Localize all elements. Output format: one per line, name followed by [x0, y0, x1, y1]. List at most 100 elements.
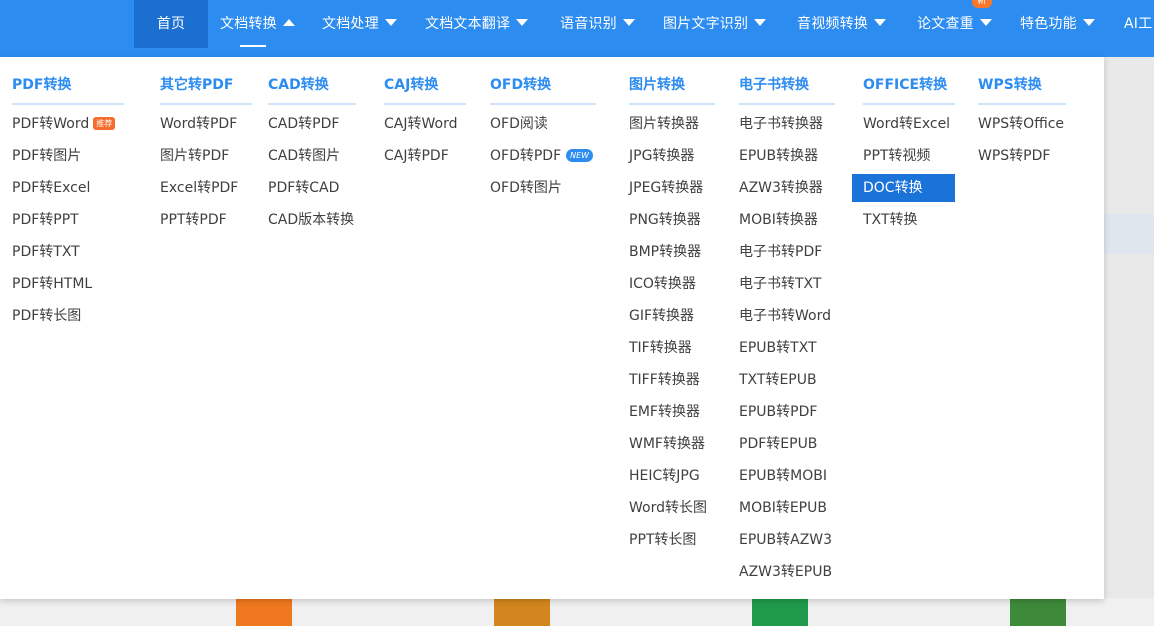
menu-link[interactable]: AZW3转EPUB [739, 558, 832, 586]
menu-link[interactable]: PPT转视频 [863, 142, 930, 170]
nav-special-features[interactable]: 特色功能 [1020, 0, 1095, 48]
menu-link[interactable]: PDF转CAD [268, 174, 339, 202]
menu-link-label: OFD转PDF [490, 148, 562, 164]
nav-plagiarism-check[interactable]: 论文查重 新 [917, 0, 992, 48]
menu-link[interactable]: WPS转Office [978, 110, 1064, 138]
menu-link-label: WPS转Office [978, 116, 1065, 132]
menu-link-label: PNG转换器 [629, 212, 701, 228]
menu-link[interactable]: Word转PDF [160, 110, 237, 138]
menu-link[interactable]: PDF转Excel [12, 174, 90, 202]
menu-link[interactable]: OFD转PDF NEW [490, 142, 594, 170]
menu-link[interactable]: CAD转PDF [268, 110, 339, 138]
column-heading[interactable]: PDF转换 [12, 75, 71, 95]
menu-link[interactable]: EPUB转MOBI [739, 462, 827, 490]
menu-link[interactable]: 电子书转换器 [739, 110, 823, 138]
menu-link[interactable]: TIFF转换器 [629, 366, 700, 394]
menu-link[interactable]: EPUB转TXT [739, 334, 817, 362]
nav-image-ocr[interactable]: 图片文字识别 [663, 0, 767, 48]
column-heading[interactable]: CAD转换 [268, 75, 329, 95]
menu-link[interactable]: PDF转EPUB [739, 430, 817, 458]
nav-speech-recognition[interactable]: 语音识别 [560, 0, 635, 48]
menu-link-label: 电子书转换器 [739, 116, 823, 132]
menu-link[interactable]: JPEG转换器 [629, 174, 703, 202]
menu-link-label: 图片转PDF [160, 148, 230, 164]
nav-home-label: 首页 [156, 16, 186, 32]
menu-link[interactable]: 电子书转Word [739, 302, 831, 330]
menu-link-label: AZW3转EPUB [739, 564, 833, 580]
column-heading[interactable]: 图片转换 [629, 75, 685, 95]
menu-link-label: OFD阅读 [490, 116, 548, 132]
nav-document-processing[interactable]: 文档处理 [322, 0, 397, 48]
menu-link[interactable]: Word转Excel [863, 110, 950, 138]
menu-link-label: WMF转换器 [629, 436, 705, 452]
menu-link[interactable]: TXT转换 [863, 206, 917, 234]
menu-link[interactable]: AZW3转换器 [739, 174, 823, 202]
background-tile-green [752, 598, 808, 626]
menu-link[interactable]: HEIC转JPG [629, 462, 700, 490]
menu-link[interactable]: MOBI转EPUB [739, 494, 827, 522]
column-heading[interactable]: OFD转换 [490, 75, 551, 95]
menu-link[interactable]: 图片转PDF [160, 142, 229, 170]
menu-link-label: EPUB转换器 [739, 148, 819, 164]
menu-link[interactable]: PDF转长图 [12, 302, 81, 330]
menu-link[interactable]: CAJ转Word [384, 110, 457, 138]
menu-link[interactable]: WMF转换器 [629, 430, 705, 458]
menu-link-label: BMP转换器 [629, 244, 702, 260]
menu-link[interactable]: TXT转EPUB [739, 366, 817, 394]
menu-link[interactable]: 图片转换器 [629, 110, 699, 138]
menu-link[interactable]: ICO转换器 [629, 270, 696, 298]
menu-link-label: PDF转EPUB [739, 436, 818, 452]
menu-link[interactable]: PNG转换器 [629, 206, 701, 234]
nav-home[interactable]: 首页 [134, 0, 208, 48]
nav-document-conversion[interactable]: 文档转换 [220, 0, 295, 48]
menu-link[interactable]: CAD转图片 [268, 142, 340, 170]
column-heading[interactable]: CAJ转换 [384, 75, 438, 95]
nav-media-conversion[interactable]: 音视频转换 [797, 0, 886, 48]
menu-link[interactable]: Word转长图 [629, 494, 707, 522]
menu-link[interactable]: PDF转图片 [12, 142, 81, 170]
menu-link-label: TIF转换器 [629, 340, 692, 356]
column-heading[interactable]: 其它转PDF [160, 75, 233, 95]
menu-link-label: CAJ转PDF [384, 148, 449, 164]
menu-link[interactable]: 电子书转TXT [739, 270, 821, 298]
menu-link[interactable]: EPUB转换器 [739, 142, 818, 170]
column-heading[interactable]: 电子书转换 [739, 75, 809, 95]
menu-link[interactable]: PDF转Word 推荐 [12, 110, 116, 138]
chevron-down-icon [1082, 19, 1095, 26]
menu-link[interactable]: OFD转图片 [490, 174, 562, 202]
new-badge: 新 [971, 0, 992, 8]
menu-link[interactable]: MOBI转换器 [739, 206, 818, 234]
menu-link[interactable]: PDF转HTML [12, 270, 92, 298]
menu-link[interactable]: CAJ转PDF [384, 142, 449, 170]
column-divider [160, 103, 252, 105]
menu-link[interactable]: PDF转PPT [12, 206, 79, 234]
menu-link[interactable]: 电子书转PDF [739, 238, 822, 266]
menu-link[interactable]: WPS转PDF [978, 142, 1050, 170]
active-nav-underline [240, 45, 266, 47]
column-heading[interactable]: OFFICE转换 [863, 75, 947, 95]
menu-link[interactable]: PPT转长图 [629, 526, 696, 554]
background-tile-amber [494, 598, 550, 626]
menu-link[interactable]: Excel转PDF [160, 174, 238, 202]
menu-link-label: Word转Excel [863, 116, 951, 132]
menu-link[interactable]: CAD版本转换 [268, 206, 354, 234]
nav-ai-tools[interactable]: AI工 [1124, 0, 1152, 48]
nav-label: AI工 [1124, 16, 1153, 32]
nav-document-translation[interactable]: 文档文本翻译 [425, 0, 529, 48]
menu-link[interactable]: GIF转换器 [629, 302, 694, 330]
menu-link-label: EPUB转PDF [739, 404, 818, 420]
menu-link[interactable]: PPT转PDF [160, 206, 227, 234]
menu-link[interactable]: OFD阅读 [490, 110, 548, 138]
menu-link[interactable]: EMF转换器 [629, 398, 700, 426]
menu-link[interactable]: JPG转换器 [629, 142, 694, 170]
menu-link[interactable]: DOC转换 [852, 174, 955, 202]
column-heading[interactable]: WPS转换 [978, 75, 1042, 95]
menu-link[interactable]: EPUB转AZW3 [739, 526, 832, 554]
menu-link-label: 电子书转PDF [739, 244, 823, 260]
menu-link[interactable]: TIF转换器 [629, 334, 692, 362]
menu-link[interactable]: BMP转换器 [629, 238, 701, 266]
menu-link[interactable]: EPUB转PDF [739, 398, 817, 426]
column-divider [12, 103, 124, 105]
menu-link[interactable]: PDF转TXT [12, 238, 80, 266]
chevron-down-icon [754, 19, 767, 26]
